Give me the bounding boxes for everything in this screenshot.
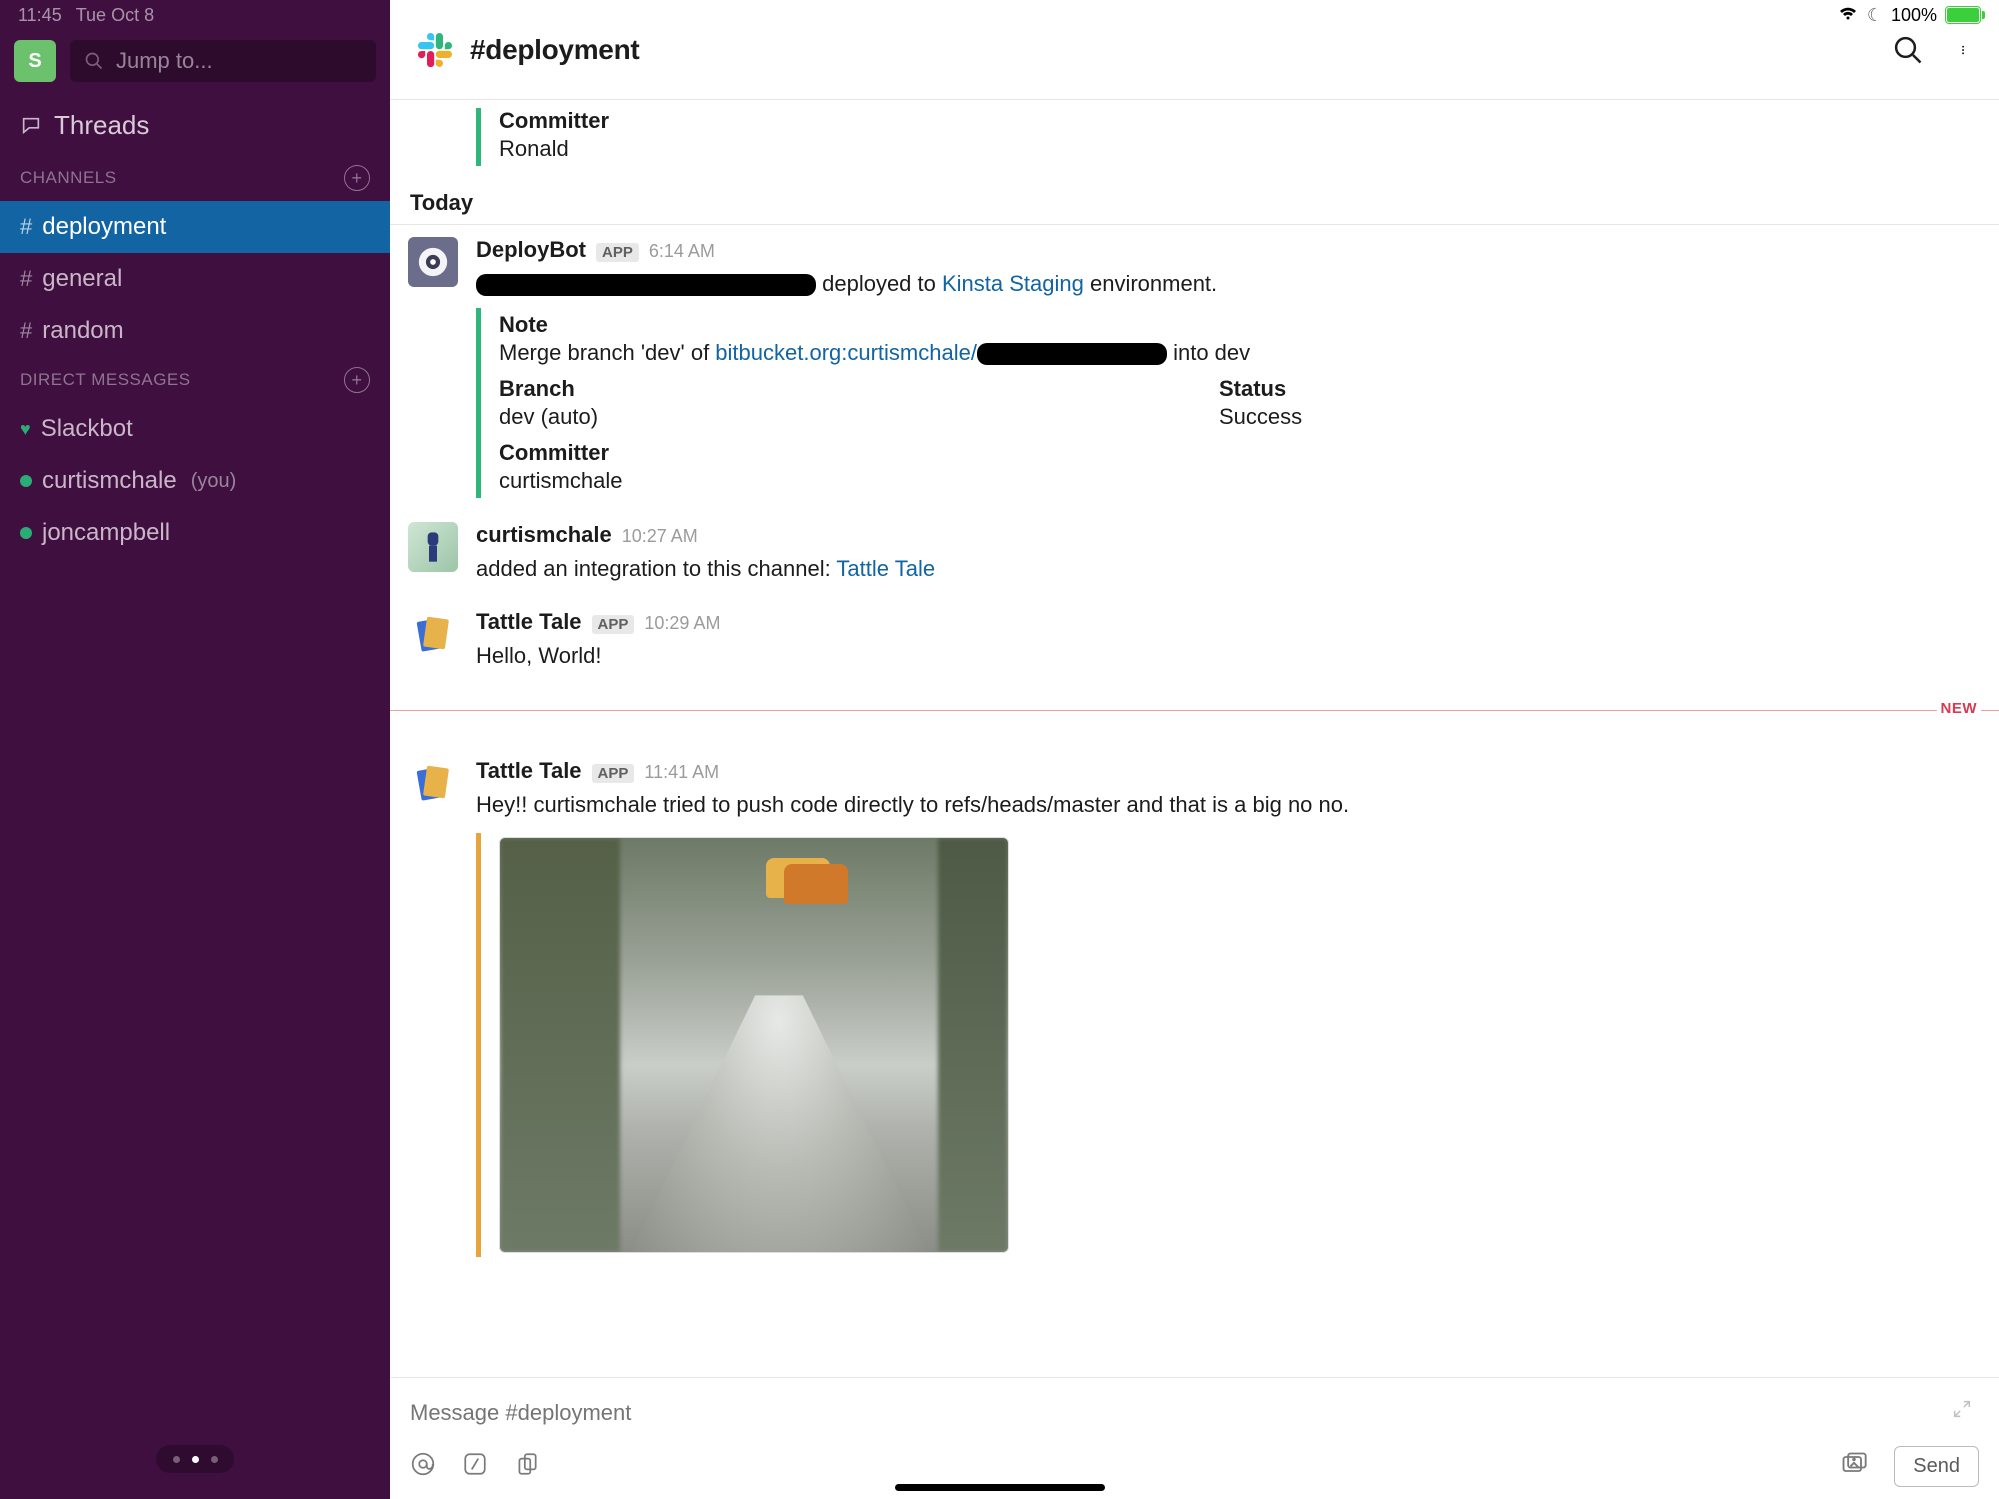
field-value: Merge branch 'dev' of bitbucket.org:curt… — [499, 340, 1979, 366]
new-label: NEW — [1937, 700, 1982, 717]
app-badge: APP — [596, 243, 639, 262]
message-text: deployed to Kinsta Staging environment. — [476, 267, 1979, 300]
sidebar-dm-Slackbot[interactable]: ♥ Slackbot — [0, 403, 390, 455]
message: Tattle Tale APP 10:29 AM Hello, World! — [390, 597, 1999, 684]
app-badge: APP — [592, 764, 635, 783]
field-label: Status — [1219, 376, 1302, 402]
status-date: Tue Oct 8 — [76, 5, 154, 26]
message-time: 10:27 AM — [622, 526, 698, 547]
field-label: Branch — [499, 376, 1219, 402]
channels-header: CHANNELS + — [0, 155, 390, 201]
dm-label: curtismchale — [42, 467, 177, 495]
send-button[interactable]: Send — [1894, 1446, 1979, 1487]
message-author[interactable]: DeployBot — [476, 237, 586, 263]
new-divider: NEW — [390, 710, 1999, 730]
sidebar-channel-random[interactable]: # random — [0, 305, 390, 357]
message-list[interactable]: Committer Ronald Today DeployBot APP 6:1… — [390, 100, 1999, 1377]
attachment-image[interactable] — [476, 833, 1979, 1257]
thread-icon — [20, 115, 42, 137]
channel-label: general — [42, 265, 122, 293]
message: curtismchale 10:27 AM added an integrati… — [390, 510, 1999, 597]
channel-label: random — [42, 317, 123, 345]
page-dots[interactable] — [156, 1445, 234, 1473]
message: Tattle Tale APP 11:41 AM Hey!! curtismch… — [390, 746, 1999, 1269]
sidebar-dm-joncampbell[interactable]: joncampbell — [0, 507, 390, 559]
sidebar-dm-curtismchale[interactable]: curtismchale (you) — [0, 455, 390, 507]
sidebar: S Jump to... Threads CHANNELS + # deploym… — [0, 0, 390, 1499]
message-input[interactable] — [410, 1394, 1979, 1432]
expand-icon[interactable] — [1951, 1398, 1973, 1425]
field-label: Committer — [499, 108, 1979, 134]
image-icon[interactable] — [1840, 1450, 1868, 1483]
slack-logo-icon — [418, 33, 452, 67]
battery-icon — [1945, 6, 1981, 24]
message-text: added an integration to this channel: Ta… — [476, 552, 1979, 585]
deploy-env-link[interactable]: Kinsta Staging — [942, 271, 1084, 296]
search-icon — [84, 51, 104, 71]
moon-icon: ☾ — [1867, 5, 1883, 26]
message-author[interactable]: curtismchale — [476, 522, 612, 548]
sidebar-channel-general[interactable]: # general — [0, 253, 390, 305]
slash-command-icon[interactable] — [462, 1451, 488, 1482]
redacted-text — [977, 343, 1167, 365]
avatar[interactable] — [408, 522, 458, 572]
channel-label: deployment — [42, 213, 166, 241]
redacted-text — [476, 274, 816, 296]
status-bar: 11:45 Tue Oct 8 ☾ 100% — [0, 0, 1999, 30]
avatar[interactable] — [408, 237, 458, 287]
field-value: dev (auto) — [499, 404, 1219, 430]
dm-label: joncampbell — [42, 519, 170, 547]
status-time: 11:45 — [18, 5, 62, 26]
app-badge: APP — [592, 615, 635, 634]
hash-icon: # — [20, 318, 32, 344]
field-value: Ronald — [499, 136, 1979, 162]
you-label: (you) — [191, 470, 237, 493]
field-label: Committer — [499, 440, 1979, 466]
composer: Send — [390, 1377, 1999, 1499]
sidebar-channel-deployment[interactable]: # deployment — [0, 201, 390, 253]
threads-label: Threads — [54, 110, 149, 141]
search-icon[interactable] — [1893, 35, 1923, 65]
wifi-icon — [1837, 5, 1859, 26]
jump-to-search[interactable]: Jump to... — [70, 40, 376, 82]
dms-header: DIRECT MESSAGES + — [0, 357, 390, 403]
avatar[interactable] — [408, 758, 458, 808]
message-author[interactable]: Tattle Tale — [476, 758, 582, 784]
attachment: Note Merge branch 'dev' of bitbucket.org… — [476, 308, 1979, 498]
message-text: Hey!! curtismchale tried to push code di… — [476, 788, 1979, 821]
presence-icon — [20, 527, 32, 539]
add-dm-button[interactable]: + — [344, 367, 370, 393]
mention-icon[interactable] — [410, 1451, 436, 1482]
message-time: 10:29 AM — [644, 613, 720, 634]
attach-file-icon[interactable] — [514, 1451, 540, 1482]
attachment: Committer Ronald — [476, 108, 1979, 166]
field-label: Note — [499, 312, 1979, 338]
field-value: Success — [1219, 404, 1302, 430]
channel-title: #deployment — [470, 34, 639, 66]
battery-pct: 100% — [1891, 5, 1937, 26]
hash-icon: # — [20, 214, 32, 240]
home-indicator[interactable] — [895, 1484, 1105, 1491]
dm-label: Slackbot — [41, 415, 133, 443]
message-author[interactable]: Tattle Tale — [476, 609, 582, 635]
field-value: curtismchale — [499, 468, 1979, 494]
message-text: Hello, World! — [476, 639, 1979, 672]
workspace-switcher[interactable]: S — [14, 40, 56, 82]
presence-icon — [20, 475, 32, 487]
avatar[interactable] — [408, 609, 458, 659]
jump-to-placeholder: Jump to... — [116, 48, 213, 74]
message: DeployBot APP 6:14 AM deployed to Kinsta… — [390, 225, 1999, 510]
message-time: 6:14 AM — [649, 241, 715, 262]
add-channel-button[interactable]: + — [344, 165, 370, 191]
message-time: 11:41 AM — [644, 762, 719, 783]
threads-link[interactable]: Threads — [0, 96, 390, 155]
integration-link[interactable]: Tattle Tale — [836, 556, 935, 581]
day-divider: Today — [390, 178, 1999, 225]
gif-preview[interactable] — [499, 837, 1009, 1253]
hash-icon: # — [20, 266, 32, 292]
repo-link[interactable]: bitbucket.org:curtismchale/ — [715, 340, 977, 365]
more-icon[interactable] — [1961, 35, 1971, 65]
heart-icon: ♥ — [20, 419, 31, 440]
